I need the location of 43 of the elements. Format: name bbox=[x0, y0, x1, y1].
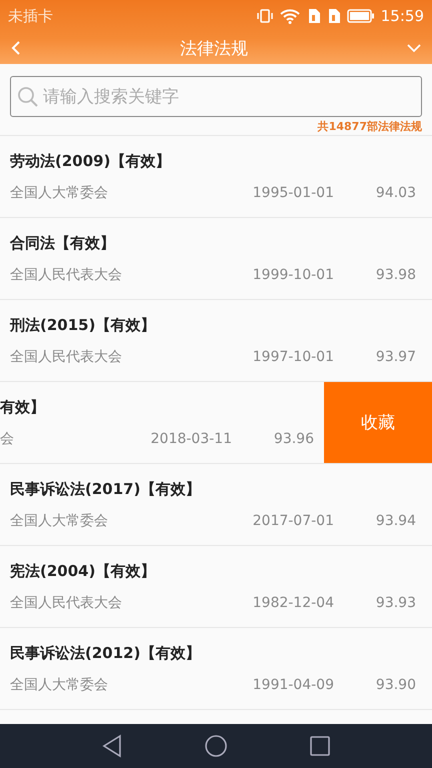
date-text: 1991-04-09 bbox=[252, 676, 334, 692]
law-title: 有效】 bbox=[0, 398, 46, 416]
date-text: 1995-01-01 bbox=[252, 184, 334, 200]
issuer-text: 全国人大常委会 bbox=[10, 184, 109, 202]
sim-icon bbox=[306, 8, 321, 24]
score-text: 93.94 bbox=[374, 512, 416, 528]
wifi-icon bbox=[278, 8, 301, 24]
sim-icon bbox=[326, 8, 341, 24]
search-icon bbox=[17, 86, 39, 108]
law-title: 劳动法(2009)【有效】 bbox=[10, 152, 172, 170]
law-title: 民事诉讼法(2017)【有效】 bbox=[10, 480, 202, 498]
score-text: 93.90 bbox=[374, 676, 416, 692]
issuer-text: 全国人民代表大会 bbox=[10, 266, 123, 284]
vibrate-icon bbox=[256, 9, 273, 23]
score-text: 94.03 bbox=[374, 184, 416, 200]
law-title: 合同法【有效】 bbox=[10, 234, 116, 252]
battery-icon bbox=[346, 9, 375, 23]
recent-apps-icon[interactable] bbox=[309, 735, 332, 757]
law-title: 民事诉讼法(2012)【有效】 bbox=[10, 644, 202, 662]
date-text: 1999-10-01 bbox=[252, 266, 334, 282]
issuer-text: 全国人大常委会 bbox=[10, 512, 109, 530]
issuer-text: 全国人民代表大会 bbox=[10, 594, 123, 612]
date-text: 1982-12-04 bbox=[252, 594, 334, 610]
home-nav-icon[interactable] bbox=[204, 734, 228, 758]
score-text: 93.96 bbox=[272, 430, 314, 446]
page-title: 法律法规 bbox=[179, 38, 249, 60]
date-text: 2018-03-11 bbox=[150, 430, 232, 446]
score-text: 93.93 bbox=[374, 594, 416, 610]
back-nav-icon[interactable] bbox=[100, 734, 123, 758]
issuer-text: 全国人民代表大会 bbox=[10, 348, 123, 366]
score-text: 93.98 bbox=[374, 266, 416, 282]
search-field[interactable]: 请输入搜索关键字 bbox=[10, 76, 422, 117]
law-title: 刑法(2015)【有效】 bbox=[10, 316, 156, 334]
date-text: 1997-10-01 bbox=[252, 348, 334, 364]
law-title: 宪法(2004)【有效】 bbox=[10, 562, 156, 580]
law-count-text: 共14877部法律法规 bbox=[318, 119, 422, 134]
clock-text: 15:59 bbox=[380, 7, 424, 25]
favorite-button[interactable]: 收藏 bbox=[324, 382, 432, 463]
issuer-text: 会 bbox=[0, 430, 15, 448]
carrier-text: 未插卡 bbox=[8, 6, 54, 26]
date-text: 2017-07-01 bbox=[252, 512, 334, 528]
score-text: 93.97 bbox=[374, 348, 416, 364]
issuer-text: 全国人大常委会 bbox=[10, 676, 109, 694]
